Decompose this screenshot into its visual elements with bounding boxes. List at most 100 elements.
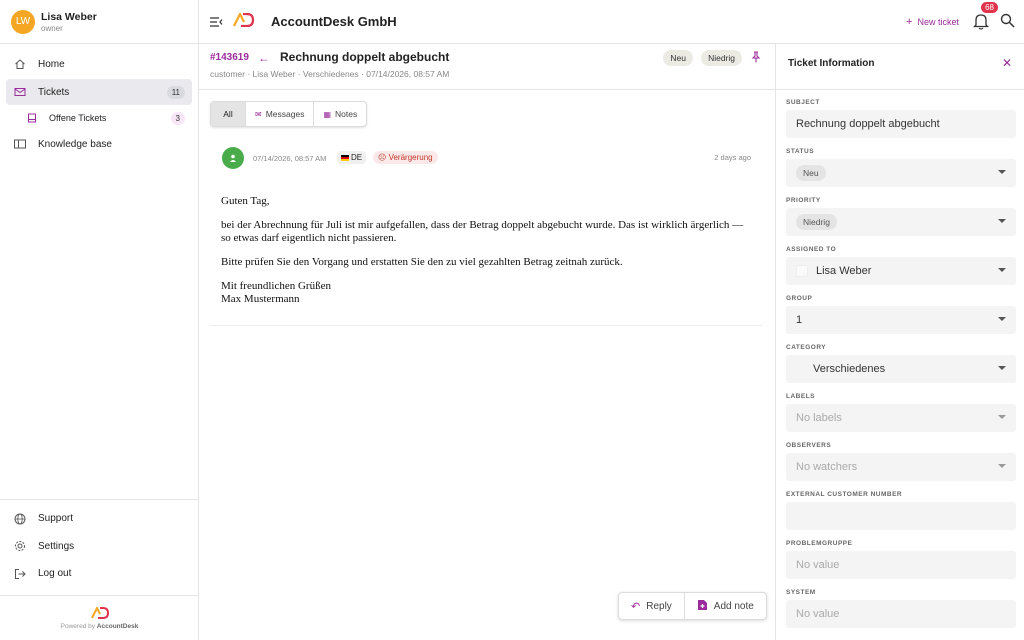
observers-select[interactable]: No watchers [786,453,1016,481]
sidebar-item-logout[interactable]: Log out [6,561,193,587]
ticket-title: Rechnung doppelt abgebucht [280,50,450,64]
brand-logo-icon[interactable] [233,11,255,30]
chevron-down-icon [998,317,1006,321]
offene-count-badge: 3 [170,111,185,125]
chevron-down-icon [998,219,1006,223]
search-icon[interactable] [1000,13,1016,29]
ticket-id[interactable]: #143619 [210,52,249,63]
company-name: AccountDesk GmbH [271,14,397,29]
sidebar-item-support[interactable]: Support [6,506,193,532]
tab-all[interactable]: All [211,102,246,126]
add-note-label: Add note [713,600,754,612]
priority-field: PRIORITY Niedrig [786,197,1016,236]
category-select[interactable]: Verschiedenes [786,355,1016,383]
sidebar-item-knowledge-base[interactable]: Knowledge base [6,131,192,157]
group-select[interactable]: 1 [786,306,1016,334]
language-badge: DE [337,151,367,164]
compose-actions: ↶ Reply Add note [618,592,767,620]
subject-input[interactable]: Rechnung doppelt abgebucht [786,110,1016,138]
sidebar: LW Lisa Weber owner Home Tickets 11 Offe… [0,0,199,640]
message-paragraph: bei der Abrechnung für Juli ist mir aufg… [221,219,744,244]
message-item: 07/14/2026, 08:57 AM DE ☹ Verärgerung 2 … [210,144,763,326]
chevron-down-icon [998,415,1006,419]
sentiment-badge: ☹ Verärgerung [373,151,438,164]
category-value: Verschiedenes [813,363,886,375]
priority-select[interactable]: Niedrig [786,208,1016,236]
envelope-icon: ✉ [255,109,262,119]
field-label: PROBLEMGRUPPE [786,540,853,547]
ticket-info-panel: Ticket Information ✕ SUBJECT Rechnung do… [775,44,1024,640]
home-icon [14,58,26,70]
system-field: SYSTEM No value [786,589,1016,628]
avatar[interactable]: LW [11,9,35,34]
system-value: No value [796,608,840,620]
group-field: GROUP 1 [786,295,1016,334]
field-label: LABELS [786,393,815,400]
labels-field: LABELS No labels [786,393,1016,432]
assignee-value: Lisa Weber [816,265,872,277]
back-arrow-icon[interactable]: ← [258,51,270,65]
gear-icon [14,540,26,552]
sidebar-bottom-nav: Support Settings Log out [0,499,199,588]
ticket-header: #143619 ← Rechnung doppelt abgebucht cus… [199,44,775,90]
add-note-button[interactable]: Add note [685,593,766,619]
tab-notes-label: Notes [335,109,358,119]
customer-avatar [222,147,244,169]
message-signature: Max Mustermann [221,293,300,305]
field-label: PRIORITY [786,197,821,204]
group-value: 1 [796,314,803,326]
priority-badge: Niedrig [701,50,742,66]
external-customer-number-input[interactable] [786,502,1016,530]
message-filter-tabs: All ✉ Messages ▦ Notes [210,101,368,127]
field-label: ASSIGNED TO [786,246,837,253]
tab-messages[interactable]: ✉ Messages [246,102,315,126]
labels-value: No labels [796,412,842,424]
labels-select[interactable]: No labels [786,404,1016,432]
system-input[interactable]: No value [786,600,1016,628]
powered-prefix: Powered by [60,622,95,630]
sidebar-item-settings[interactable]: Settings [6,533,193,559]
mail-icon [14,86,26,98]
subject-value: Rechnung doppelt abgebucht [796,118,940,130]
reply-button[interactable]: ↶ Reply [619,593,685,619]
plus-icon: + [906,15,913,28]
pin-icon[interactable] [751,51,761,66]
message-paragraph: Bitte prüfen Sie den Vorgang und erstatt… [221,256,623,268]
priority-chip: Niedrig [796,214,837,230]
tickets-count-badge: 11 [166,85,185,99]
reply-icon: ↶ [631,600,641,613]
user-profile[interactable]: LW Lisa Weber owner [0,0,198,44]
problemgruppe-input[interactable]: No value [786,551,1016,579]
sidebar-item-offene-tickets[interactable]: Offene Tickets 3 [6,107,192,129]
message-age: 2 days ago [714,153,751,162]
category-field: CATEGORY Verschiedenes [786,344,1016,383]
field-label: EXTERNAL CUSTOMER NUMBER [786,491,903,498]
bell-icon[interactable] [972,12,991,30]
message-body: Guten Tag, bei der Abrechnung für Juli i… [221,195,751,306]
observers-field: OBSERVERS No watchers [786,442,1016,481]
status-badge: Neu [663,50,693,66]
subject-field: SUBJECT Rechnung doppelt abgebucht [786,99,1016,138]
menu-toggle-icon[interactable] [207,13,225,31]
status-chip: Neu [796,165,826,181]
sidebar-item-label: Home [38,58,65,70]
close-icon[interactable]: ✕ [1002,56,1012,70]
tab-notes[interactable]: ▦ Notes [314,102,366,126]
chevron-down-icon [998,464,1006,468]
problemgruppe-field: PROBLEMGRUPPE No value [786,540,1016,579]
sidebar-item-tickets[interactable]: Tickets 11 [6,79,192,105]
field-label: STATUS [786,148,815,155]
status-select[interactable]: Neu [786,159,1016,187]
assignee-select[interactable]: Lisa Weber [786,257,1016,285]
user-name: Lisa Weber [41,10,97,23]
chevron-down-icon [998,170,1006,174]
message-closing: Mit freundlichen Grüßen [221,280,331,292]
sidebar-item-home[interactable]: Home [6,51,192,77]
user-role: owner [41,23,63,33]
sidebar-item-label: Tickets [38,86,70,98]
ticket-meta: customer · Lisa Weber · Verschiedenes · … [210,69,450,79]
message-date: 07/14/2026, 08:57 AM [253,154,327,163]
assignee-avatar [796,265,808,277]
new-ticket-button[interactable]: + New ticket [906,16,959,28]
note-icon: ▦ [323,109,332,119]
